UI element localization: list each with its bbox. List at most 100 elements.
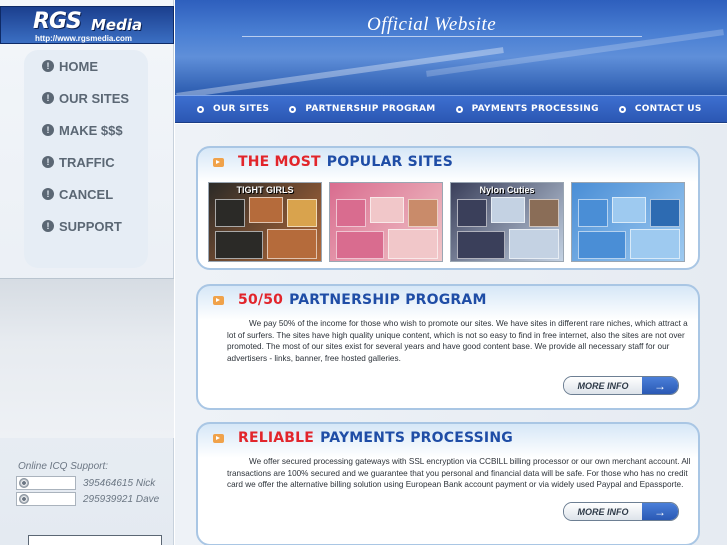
sidebar-item-label: CANCEL bbox=[59, 186, 114, 202]
arrow-bullet-icon bbox=[213, 295, 224, 305]
section-title-highlight: RELIABLE bbox=[238, 430, 315, 446]
sidebar-item-label: MAKE $$$ bbox=[59, 122, 123, 138]
section-title-highlight: THE MOST bbox=[238, 154, 321, 170]
button-label: MORE INFO bbox=[564, 503, 642, 520]
sidebar-menu: ! HOME ! OUR SITES ! MAKE $$$ ! TRAFFIC … bbox=[24, 50, 148, 268]
more-info-button[interactable]: MORE INFO → bbox=[563, 502, 679, 521]
circle-bullet-icon bbox=[289, 105, 297, 113]
icq-flower-icon bbox=[19, 494, 29, 504]
thumbnail-photo bbox=[650, 199, 680, 227]
circle-bullet-icon bbox=[455, 105, 463, 113]
thumbnail-caption: Nylon Cuties bbox=[479, 185, 535, 195]
arrow-right-icon: → bbox=[642, 377, 678, 394]
icq-contact[interactable]: 295939921 Dave bbox=[16, 492, 159, 506]
icq-flower-icon bbox=[19, 478, 29, 488]
thumbnail-photo bbox=[457, 231, 505, 259]
info-bullet-icon: ! bbox=[42, 156, 54, 168]
circle-bullet-icon bbox=[197, 105, 204, 113]
site-thumbnail[interactable] bbox=[571, 182, 685, 262]
sidebar-bottom-box bbox=[28, 535, 162, 545]
thumbnail-photo bbox=[215, 199, 245, 227]
icq-number: 395464615 bbox=[83, 477, 134, 489]
partnership-panel: 50/50 PARTNERSHIP PROGRAM We pay 50% of … bbox=[196, 284, 700, 410]
icq-contact[interactable]: 395464615 Nick bbox=[16, 476, 155, 490]
nav-partnership-program[interactable]: PARTNERSHIP PROGRAM bbox=[289, 104, 435, 114]
nav-label: OUR SITES bbox=[213, 104, 270, 114]
section-description: We pay 50% of the income for those who w… bbox=[227, 319, 688, 363]
icq-status bbox=[16, 492, 76, 506]
arrow-right-icon: → bbox=[642, 503, 678, 520]
logo[interactable]: RGS Media http://www.rgsmedia.com bbox=[0, 6, 174, 44]
section-title-highlight: 50/50 bbox=[238, 292, 284, 308]
site-thumbnail[interactable]: Nylon Cuties bbox=[450, 182, 564, 262]
sidebar-item-make-money[interactable]: ! MAKE $$$ bbox=[24, 114, 148, 146]
nav-our-sites[interactable]: OUR SITES bbox=[197, 104, 269, 114]
circle-bullet-icon bbox=[618, 105, 626, 113]
info-bullet-icon: ! bbox=[42, 60, 54, 72]
thumbnail-photo bbox=[408, 199, 438, 227]
icq-name: Nick bbox=[135, 477, 156, 489]
thumbnail-photo bbox=[457, 199, 487, 227]
info-bullet-icon: ! bbox=[42, 124, 54, 136]
sidebar-decorative-panel bbox=[0, 278, 174, 438]
thumbnail-photo bbox=[267, 229, 317, 259]
thumbnail-photo bbox=[249, 197, 283, 223]
thumbnail-photo bbox=[215, 231, 263, 259]
thumbnail-photo bbox=[491, 197, 525, 223]
arrow-bullet-icon bbox=[213, 157, 224, 167]
thumbnail-photo bbox=[578, 231, 626, 259]
nav-label: PARTNERSHIP PROGRAM bbox=[305, 104, 436, 114]
thumbnail-photo bbox=[287, 199, 317, 227]
thumbnail-photo bbox=[578, 199, 608, 227]
info-bullet-icon: ! bbox=[42, 92, 54, 104]
sidebar-item-label: HOME bbox=[59, 58, 98, 74]
sidebar-item-label: SUPPORT bbox=[59, 218, 122, 234]
nav-contact-us[interactable]: CONTACT US bbox=[618, 104, 702, 114]
nav-label: PAYMENTS PROCESSING bbox=[471, 104, 599, 114]
icq-name: Dave bbox=[135, 493, 160, 505]
header-banner: Official Website bbox=[175, 0, 727, 95]
sidebar-item-label: OUR SITES bbox=[59, 90, 130, 106]
logo-brand: RGS bbox=[33, 9, 82, 34]
button-label: MORE INFO bbox=[564, 377, 642, 394]
info-bullet-icon: ! bbox=[42, 220, 54, 232]
section-title: RELIABLE PAYMENTS PROCESSING bbox=[213, 430, 513, 446]
more-info-button[interactable]: MORE INFO → bbox=[563, 376, 679, 395]
thumbnail-photo bbox=[388, 229, 438, 259]
site-thumbnail[interactable]: TIGHT GIRLS bbox=[208, 182, 322, 262]
top-navigation: OUR SITES PARTNERSHIP PROGRAM PAYMENTS P… bbox=[175, 95, 727, 123]
sidebar-item-support[interactable]: ! SUPPORT bbox=[24, 210, 148, 242]
sidebar-item-our-sites[interactable]: ! OUR SITES bbox=[24, 82, 148, 114]
icq-status bbox=[16, 476, 76, 490]
thumbnail-photo bbox=[509, 229, 559, 259]
info-bullet-icon: ! bbox=[42, 188, 54, 200]
icq-support-title: Online ICQ Support: bbox=[18, 461, 109, 472]
main-content: THE MOST POPULAR SITES TIGHT GIRLS Nylon… bbox=[175, 124, 727, 545]
section-title-main: PARTNERSHIP PROGRAM bbox=[289, 292, 487, 308]
logo-url: http://www.rgsmedia.com bbox=[35, 34, 133, 43]
site-thumbnail[interactable] bbox=[329, 182, 443, 262]
sidebar-item-label: TRAFFIC bbox=[59, 154, 115, 170]
popular-sites-panel: THE MOST POPULAR SITES TIGHT GIRLS Nylon… bbox=[196, 146, 700, 270]
thumbnail-caption: TIGHT GIRLS bbox=[236, 185, 294, 195]
sidebar: RGS Media http://www.rgsmedia.com ! HOME… bbox=[0, 0, 174, 545]
section-title: 50/50 PARTNERSHIP PROGRAM bbox=[213, 292, 487, 308]
sidebar-item-cancel[interactable]: ! CANCEL bbox=[24, 178, 148, 210]
sidebar-item-home[interactable]: ! HOME bbox=[24, 50, 148, 82]
page-title: Official Website bbox=[367, 14, 497, 35]
section-description: We offer secured processing gateways wit… bbox=[227, 457, 691, 490]
nav-payments-processing[interactable]: PAYMENTS PROCESSING bbox=[455, 104, 599, 114]
thumbnail-caption bbox=[572, 183, 684, 185]
site-thumbnails: TIGHT GIRLS Nylon Cuties bbox=[208, 182, 692, 262]
thumbnail-photo bbox=[529, 199, 559, 227]
header-divider bbox=[242, 36, 642, 37]
thumbnail-photo bbox=[612, 197, 646, 223]
nav-label: CONTACT US bbox=[634, 104, 702, 114]
payments-panel: RELIABLE PAYMENTS PROCESSING We offer se… bbox=[196, 422, 700, 545]
arrow-bullet-icon bbox=[213, 433, 224, 443]
section-title: THE MOST POPULAR SITES bbox=[213, 154, 453, 170]
thumbnail-caption bbox=[330, 183, 442, 185]
icq-number: 295939921 bbox=[83, 493, 134, 505]
sidebar-item-traffic[interactable]: ! TRAFFIC bbox=[24, 146, 148, 178]
section-title-main: PAYMENTS PROCESSING bbox=[320, 430, 513, 446]
